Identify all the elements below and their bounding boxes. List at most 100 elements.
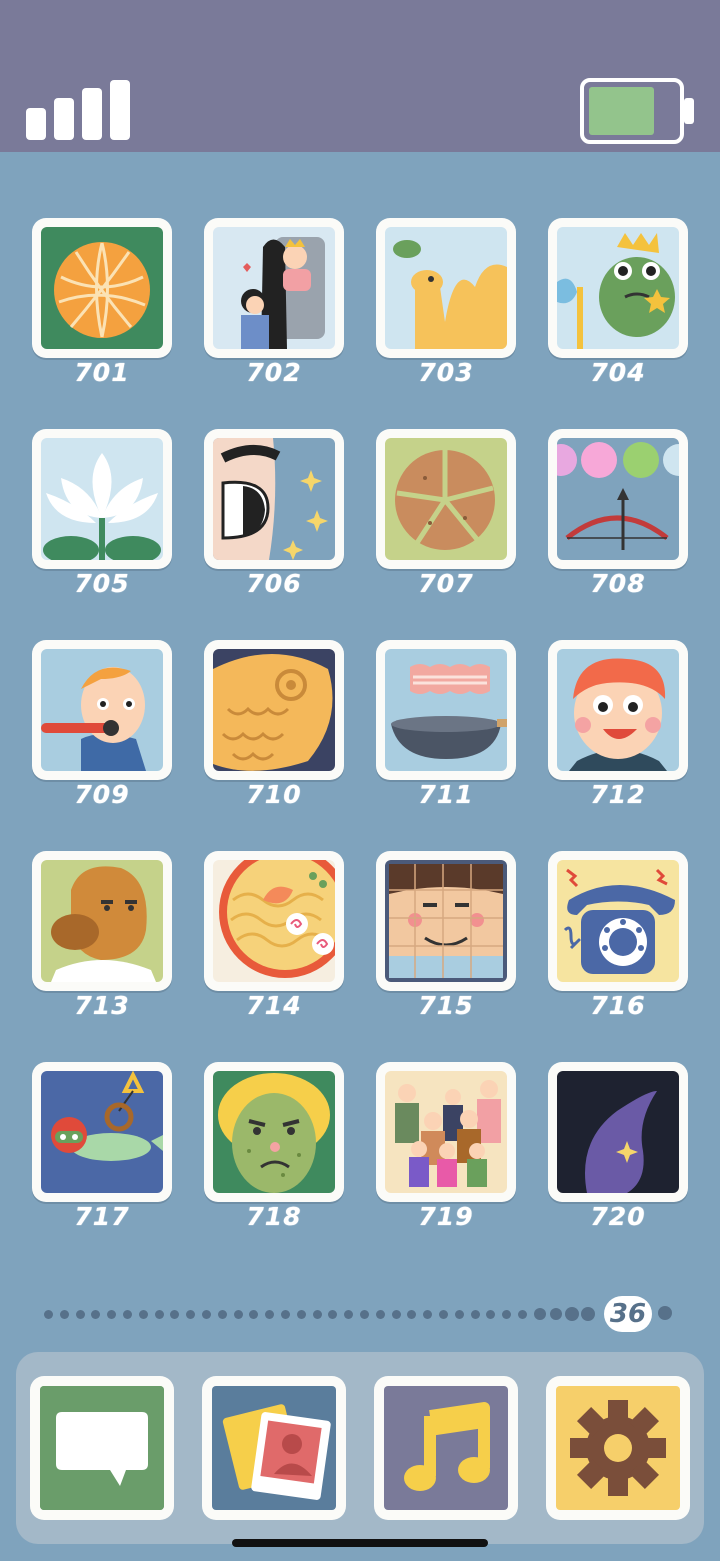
page-dot[interactable]	[249, 1309, 259, 1319]
level-number: 704	[590, 358, 646, 387]
level-714[interactable]: 714	[204, 851, 344, 1020]
level-number: 705	[74, 569, 130, 598]
cookie-icon	[385, 438, 507, 560]
page-dot[interactable]	[375, 1309, 385, 1319]
page-dot[interactable]	[265, 1309, 275, 1319]
level-number: 703	[418, 358, 474, 387]
page-dot[interactable]	[502, 1309, 512, 1319]
page-dot[interactable]	[565, 1307, 580, 1321]
current-page-badge: 36	[604, 1296, 652, 1332]
page-dot[interactable]	[217, 1309, 227, 1319]
face-puzzle-icon	[385, 860, 507, 982]
page-dot[interactable]	[154, 1309, 164, 1319]
frog-king-icon	[557, 227, 679, 349]
level-706[interactable]: 706	[204, 429, 344, 598]
level-number: 706	[246, 569, 302, 598]
level-711[interactable]: 711	[376, 640, 516, 809]
ramen-icon	[213, 860, 335, 982]
page-dot[interactable]	[344, 1309, 354, 1319]
page-dot[interactable]	[391, 1309, 401, 1319]
family-icon	[385, 1071, 507, 1193]
level-number: 717	[74, 1202, 130, 1231]
page-dot[interactable]	[549, 1308, 562, 1320]
page-dot[interactable]	[423, 1309, 433, 1319]
page-indicator[interactable]: 36	[44, 1296, 684, 1332]
page-dot[interactable]	[233, 1309, 243, 1319]
page-dot[interactable]	[454, 1309, 464, 1319]
level-701[interactable]: 701	[32, 218, 172, 387]
signal-icon	[26, 80, 130, 140]
lotus-icon	[41, 438, 163, 560]
level-710[interactable]: 710	[204, 640, 344, 809]
status-bar	[0, 0, 720, 152]
page-dot-next[interactable]	[658, 1306, 672, 1320]
page-dot[interactable]	[44, 1309, 53, 1319]
page-dot[interactable]	[407, 1309, 417, 1319]
level-number: 716	[590, 991, 646, 1020]
page-dot[interactable]	[486, 1309, 496, 1319]
level-number: 715	[418, 991, 474, 1020]
page-dot[interactable]	[107, 1309, 117, 1319]
battery-icon	[580, 78, 694, 144]
level-number: 701	[74, 358, 130, 387]
couple-icon	[213, 227, 335, 349]
level-number: 711	[418, 780, 474, 809]
level-702[interactable]: 702	[204, 218, 344, 387]
music-note-icon	[384, 1386, 508, 1510]
level-718[interactable]: 718	[204, 1062, 344, 1231]
level-708[interactable]: 708	[548, 429, 688, 598]
page-dot[interactable]	[470, 1309, 480, 1319]
home-indicator[interactable]	[232, 1539, 488, 1547]
photos-icon	[212, 1386, 336, 1510]
green-face-icon	[213, 1071, 335, 1193]
level-719[interactable]: 719	[376, 1062, 516, 1231]
level-705[interactable]: 705	[32, 429, 172, 598]
page-dot[interactable]	[360, 1309, 369, 1319]
level-number: 702	[246, 358, 302, 387]
bacon-pan-icon	[385, 649, 507, 771]
level-707[interactable]: 707	[376, 429, 516, 598]
level-715[interactable]: 715	[376, 851, 516, 1020]
level-number: 710	[246, 780, 302, 809]
page-dot[interactable]	[581, 1307, 596, 1321]
level-720[interactable]: 720	[548, 1062, 688, 1231]
settings-app-button[interactable]	[546, 1376, 690, 1520]
page-dot[interactable]	[138, 1309, 148, 1319]
photos-app-button[interactable]	[202, 1376, 346, 1520]
rotary-phone-icon	[557, 860, 679, 982]
level-704[interactable]: 704	[548, 218, 688, 387]
level-number: 708	[590, 569, 646, 598]
page-dot[interactable]	[59, 1309, 69, 1319]
messages-app-button[interactable]	[30, 1376, 174, 1520]
camel-icon	[385, 227, 507, 349]
page-dot[interactable]	[202, 1309, 211, 1319]
page-dot[interactable]	[186, 1309, 196, 1319]
level-712[interactable]: 712	[548, 640, 688, 809]
diver-icon	[41, 1071, 163, 1193]
level-717[interactable]: 717	[32, 1062, 172, 1231]
page-dot[interactable]	[123, 1309, 132, 1319]
level-number: 709	[74, 780, 130, 809]
page-dot[interactable]	[439, 1309, 448, 1319]
page-dot[interactable]	[281, 1309, 290, 1319]
level-number: 719	[418, 1202, 474, 1231]
page-dot[interactable]	[312, 1309, 322, 1319]
page-dot[interactable]	[91, 1309, 101, 1319]
page-dot[interactable]	[533, 1308, 546, 1320]
gear-icon	[556, 1386, 680, 1510]
page-dot[interactable]	[75, 1309, 85, 1319]
page-dot[interactable]	[518, 1309, 527, 1319]
level-713[interactable]: 713	[32, 851, 172, 1020]
level-709[interactable]: 709	[32, 640, 172, 809]
page-dot[interactable]	[296, 1309, 306, 1319]
page-dot[interactable]	[170, 1309, 180, 1319]
eye-icon	[213, 438, 335, 560]
level-number: 707	[418, 569, 474, 598]
purple-leaf-icon	[557, 1071, 679, 1193]
level-number: 714	[246, 991, 302, 1020]
music-app-button[interactable]	[374, 1376, 518, 1520]
level-716[interactable]: 716	[548, 851, 688, 1020]
level-703[interactable]: 703	[376, 218, 516, 387]
page-dot[interactable]	[328, 1309, 338, 1319]
level-number: 713	[74, 991, 130, 1020]
